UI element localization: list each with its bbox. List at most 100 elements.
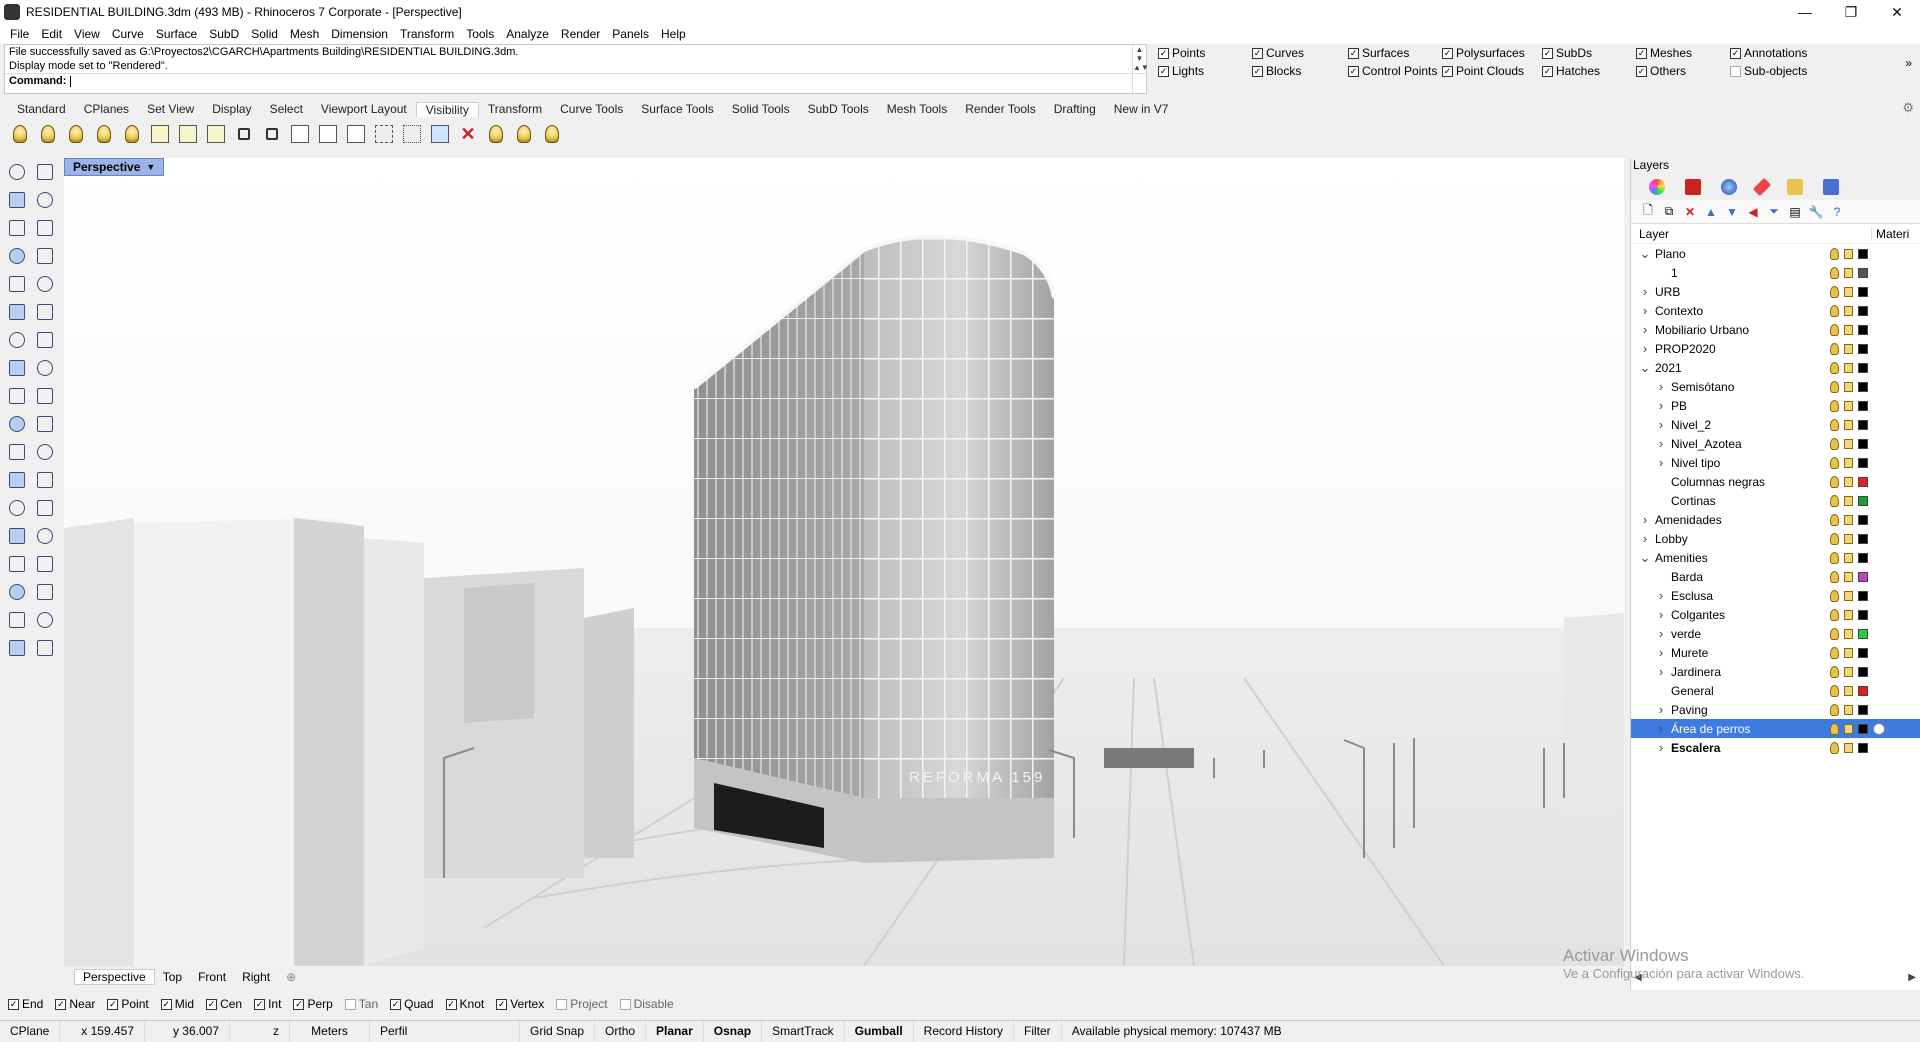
expand-icon[interactable]: › [1655,455,1667,470]
checkbox-icon[interactable] [1730,65,1741,77]
show-in-detail-icon[interactable] [176,122,200,146]
planar-toggle[interactable]: Planar [646,1020,704,1042]
libraries-tab-icon[interactable] [1787,179,1803,195]
layer-row[interactable]: › Amenidades [1631,510,1920,529]
filter-blocks[interactable]: ✓ Blocks [1252,64,1301,78]
layer-lock-icon[interactable] [1844,305,1853,316]
layer-lock-icon[interactable] [1844,704,1853,715]
checkbox-icon[interactable]: ✓ [160,998,172,1010]
layer-color-swatch[interactable] [1858,685,1868,696]
layer-color-swatch[interactable] [1858,742,1868,753]
layer-row[interactable]: › Área de perros [1631,719,1920,738]
layer-visibility-icon[interactable] [1830,513,1839,526]
hide-in-detail-icon[interactable] [148,122,172,146]
layer-color-swatch[interactable] [1858,571,1868,582]
layer-visibility-icon[interactable] [1830,684,1839,697]
layer-row[interactable]: › PROP2020 [1631,339,1920,358]
hide-objects-icon[interactable] [36,122,60,146]
layer-row[interactable]: General [1631,681,1920,700]
move-up-icon[interactable]: ▲ [1704,205,1718,219]
extrude-icon[interactable] [32,356,58,380]
hide-in-viewport-icon[interactable] [204,122,228,146]
layer-row[interactable]: › URB [1631,282,1920,301]
checkbox-icon[interactable] [344,998,356,1010]
current-layer[interactable]: Perfil [370,1020,520,1042]
menu-dimension[interactable]: Dimension [325,27,394,41]
swap-locked-icon[interactable] [316,122,340,146]
layer-color-swatch[interactable] [1858,438,1868,449]
layer-lock-icon[interactable] [1844,400,1853,411]
layer-lock-icon[interactable] [1844,381,1853,392]
layer-color-swatch[interactable] [1858,647,1868,658]
filter-points[interactable]: ✓ Points [1158,46,1205,60]
layer-row[interactable]: Barda [1631,567,1920,586]
measure-icon[interactable] [32,552,58,576]
layer-row[interactable]: › verde [1631,624,1920,643]
layer-row[interactable]: › Paving [1631,700,1920,719]
menu-subd[interactable]: SubD [203,27,245,41]
scroll-right-icon[interactable]: ▶ [1908,972,1916,983]
layer-row[interactable]: 1 [1631,263,1920,282]
toolbar-tab-standard[interactable]: Standard [8,102,75,116]
group-icon[interactable] [4,440,30,464]
menu-mesh[interactable]: Mesh [284,27,325,41]
layer-color-swatch[interactable] [1858,457,1868,468]
menu-file[interactable]: File [4,27,35,41]
filter-toggle[interactable]: Filter [1014,1020,1062,1042]
checkbox-icon[interactable]: ✓ [1442,47,1453,59]
checkbox-icon[interactable]: ✓ [496,998,508,1010]
layer-visibility-icon[interactable] [1830,361,1839,374]
show-points-icon[interactable] [372,122,396,146]
expand-icon[interactable]: › [1639,341,1651,356]
toolbar-tab-transform[interactable]: Transform [479,102,551,116]
close-icon[interactable]: ✕ [1874,0,1920,24]
osnap-int[interactable]: ✓ Int [254,997,281,1011]
toolbar-tab-select[interactable]: Select [261,102,312,116]
viewport-tab-front[interactable]: Front [190,970,234,984]
points-grid-icon[interactable] [400,122,424,146]
light-icon[interactable] [32,636,58,660]
layer-row[interactable]: Cortinas [1631,491,1920,510]
toolbar-tab-visibility[interactable]: Visibility [415,101,479,117]
layer-row[interactable]: › Semisótano [1631,377,1920,396]
render-tab-icon[interactable] [1721,179,1737,195]
layer-visibility-icon[interactable] [1830,323,1839,336]
unlock-selected-icon[interactable] [288,122,312,146]
toolbar-tab-display[interactable]: Display [203,102,260,116]
menu-help[interactable]: Help [655,27,692,41]
layer-lock-icon[interactable] [1844,571,1853,582]
blend-icon[interactable] [32,468,58,492]
filter-polysurfaces[interactable]: ✓ Polysurfaces [1442,46,1525,60]
filter-meshes[interactable]: ✓ Meshes [1636,46,1692,60]
menu-solid[interactable]: Solid [245,27,284,41]
layer-lock-icon[interactable] [1844,742,1853,753]
layer-row[interactable]: ⌄ 2021 [1631,358,1920,377]
layer-row[interactable]: › Contexto [1631,301,1920,320]
expand-icon[interactable]: › [1639,531,1651,546]
layer-row[interactable]: › Nivel_2 [1631,415,1920,434]
layer-color-swatch[interactable] [1858,362,1868,373]
layer-visibility-icon[interactable] [1830,437,1839,450]
menu-surface[interactable]: Surface [150,27,203,41]
new-sublayer-icon[interactable]: ⧉ [1662,204,1676,219]
menu-view[interactable]: View [68,27,106,41]
layers-tab-icon[interactable] [1685,179,1701,195]
layer-row[interactable]: › Colgantes [1631,605,1920,624]
toolbar-tab-set-view[interactable]: Set View [138,102,203,116]
layer-visibility-icon[interactable] [1830,247,1839,260]
layer-row[interactable]: › Murete [1631,643,1920,662]
layer-lock-icon[interactable] [1844,647,1853,658]
add-viewport-icon[interactable]: ⊕ [278,970,304,984]
toolbar-tab-solid-tools[interactable]: Solid Tools [723,102,799,116]
layer-color-swatch[interactable] [1858,552,1868,563]
expand-icon[interactable]: › [1655,379,1667,394]
filter-icon[interactable]: ⏷ [1767,204,1781,219]
layer-visibility-icon[interactable] [1830,646,1839,659]
layer-row[interactable]: › Nivel tipo [1631,453,1920,472]
viewport-title-tab[interactable]: Perspective ▼ [64,158,165,176]
layer-row[interactable]: › Nivel_Azotea [1631,434,1920,453]
expand-icon[interactable]: › [1655,417,1667,432]
layer-visibility-icon[interactable] [1830,266,1839,279]
layer-lock-icon[interactable] [1844,343,1853,354]
chevron-down-icon[interactable]: ▼ [146,162,155,172]
